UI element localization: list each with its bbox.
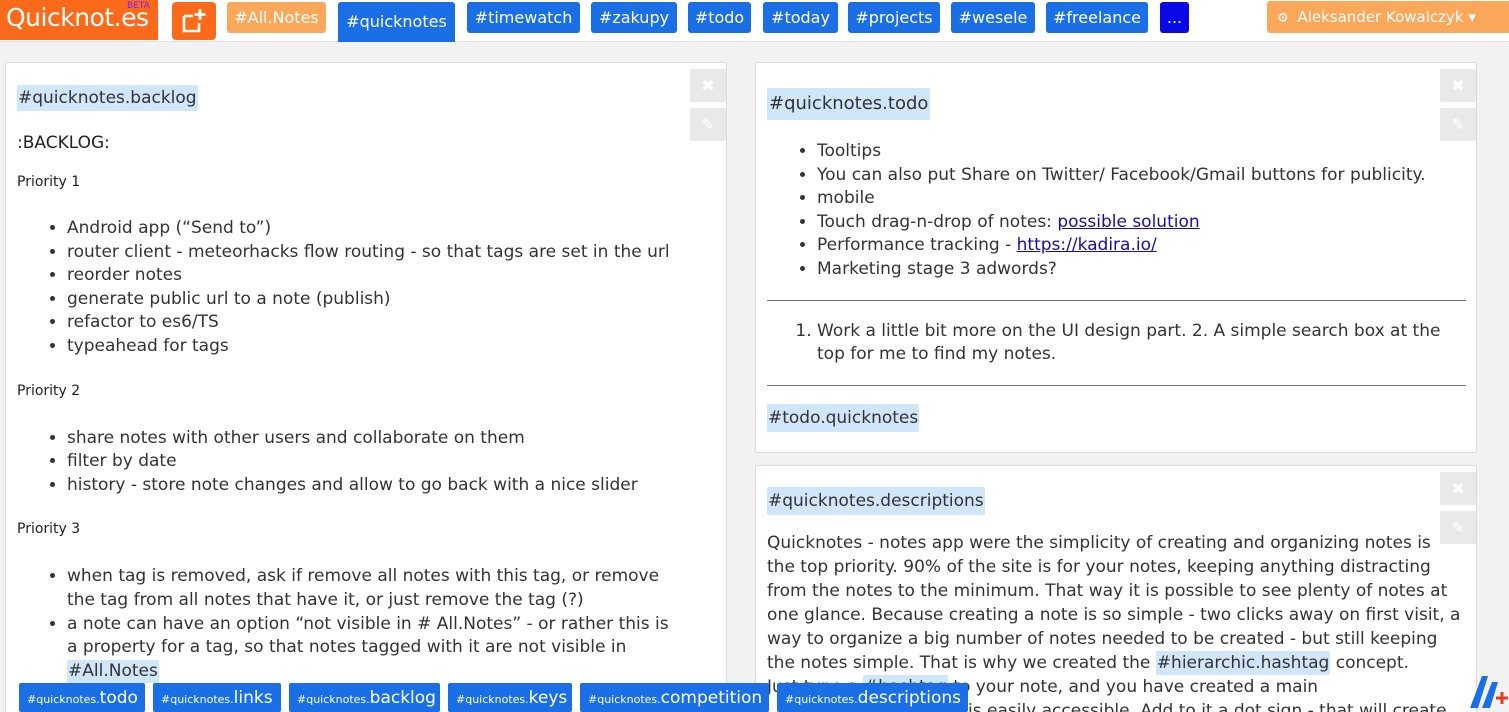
- bottom-tag-suffix: links: [233, 688, 273, 708]
- list-item: Performance tracking - https://kadira.io…: [817, 234, 1466, 258]
- list-item: share notes with other users and collabo…: [67, 427, 676, 451]
- description-paragraph: Quicknotes - notes app were the simplici…: [767, 533, 1461, 673]
- new-note-icon: [182, 9, 206, 33]
- tag-timewatch[interactable]: #timewatch: [467, 2, 580, 33]
- priority-1-list: Android app (“Send to”) router client - …: [17, 217, 676, 359]
- priority-3-heading: Priority 3: [17, 521, 81, 538]
- app-logo[interactable]: Quicknot.es BETA: [0, 0, 158, 40]
- list-item: Marketing stage 3 adwords?: [817, 258, 1466, 282]
- kadira-link[interactable]: https://kadira.io/: [1017, 235, 1157, 255]
- note-todo[interactable]: ✖ ✎ #quicknotes.todo Tooltips You can al…: [755, 62, 1477, 453]
- list-item: router client - meteorhacks flow routing…: [67, 241, 676, 265]
- list-item-text: Performance tracking -: [817, 235, 1017, 256]
- priority-3-list: when tag is removed, ask if remove all n…: [17, 565, 676, 684]
- note-descriptions[interactable]: ✖ ✎ #quicknotes.descriptions Quicknotes …: [755, 465, 1477, 712]
- list-item: refactor to es6/TS: [67, 311, 676, 335]
- divider: [767, 299, 1466, 301]
- gear-icon: ⚙: [1277, 11, 1289, 26]
- bottom-tag-prefix: #quicknotes.: [161, 693, 234, 706]
- inline-hashtag[interactable]: #All.Notes: [67, 659, 159, 684]
- list-item: typeahead for tags: [67, 335, 676, 359]
- numbered-list: Work a little bit more on the UI design …: [767, 320, 1466, 367]
- note-hashtag-footer[interactable]: #todo.quicknotes: [767, 403, 920, 432]
- close-icon: ✖: [701, 76, 715, 95]
- pencil-icon: ✎: [701, 115, 715, 134]
- brand-mark-icon: [1470, 676, 1508, 708]
- tag-zakupy[interactable]: #zakupy: [591, 2, 677, 33]
- description-after: concept.: [1335, 653, 1409, 673]
- tag-all-notes[interactable]: #All.Notes: [227, 2, 326, 33]
- bottom-tag-prefix: #quicknotes.: [27, 693, 100, 706]
- list-item: when tag is removed, ask if remove all n…: [67, 565, 676, 612]
- beta-label: BETA: [127, 1, 150, 11]
- bottom-tag-todo[interactable]: #quicknotes.todo: [19, 683, 145, 712]
- tag-todo[interactable]: #todo: [688, 2, 751, 33]
- list-item: reorder notes: [67, 264, 676, 288]
- bottom-tag-competition[interactable]: #quicknotes.competition: [580, 683, 769, 712]
- list-item: Tooltips: [817, 140, 1466, 164]
- list-item: Android app (“Send to”): [67, 217, 676, 241]
- list-item-text: Touch drag-n-drop of notes:: [817, 211, 1058, 232]
- list-item: Touch drag-n-drop of notes: possible sol…: [817, 211, 1466, 235]
- list-item: filter by date: [67, 450, 676, 474]
- divider: [767, 384, 1466, 386]
- note-hashtag[interactable]: #quicknotes.backlog: [17, 85, 198, 111]
- user-name: Aleksander Kowalczyk: [1297, 8, 1464, 26]
- list-item-text: a note can have an option “not visible i…: [67, 613, 669, 658]
- delete-note-button[interactable]: ✖: [690, 69, 726, 102]
- bottom-tag-suffix: backlog: [369, 688, 436, 708]
- chevron-down-icon: ▾: [1468, 8, 1476, 26]
- bottom-tag-descriptions[interactable]: #quicknotes.descriptions: [777, 683, 968, 712]
- priority-1-heading: Priority 1: [17, 174, 81, 190]
- list-item: You can also put Share on Twitter/ Faceb…: [817, 164, 1466, 188]
- top-bar: Quicknot.es BETA #All.Notes #quicknotes …: [0, 0, 1509, 42]
- note-backlog[interactable]: ✖ ✎ #quicknotes.backlog :BACKLOG: Priori…: [5, 62, 727, 712]
- tag-quicknotes[interactable]: #quicknotes: [338, 2, 455, 42]
- bottom-tag-backlog[interactable]: #quicknotes.backlog: [289, 683, 440, 712]
- bottom-tag-prefix: #quicknotes.: [785, 693, 858, 706]
- backlog-title: :BACKLOG:: [17, 133, 110, 153]
- tag-projects[interactable]: #projects: [848, 2, 940, 33]
- user-menu-button[interactable]: ⚙ Aleksander Kowalczyk ▾: [1267, 1, 1509, 33]
- bottom-tag-keys[interactable]: #quicknotes.keys: [448, 683, 572, 712]
- note-hashtag[interactable]: #quicknotes.descriptions: [767, 487, 985, 515]
- tag-today[interactable]: #today: [763, 2, 838, 33]
- inline-hashtag[interactable]: #hierarchic.hashtag: [1155, 651, 1331, 675]
- tag-freelance[interactable]: #freelance: [1046, 2, 1148, 33]
- bottom-tag-prefix: #quicknotes.: [456, 693, 529, 706]
- bottom-tag-suffix: keys: [528, 688, 568, 708]
- bottom-tag-suffix: descriptions: [857, 688, 962, 708]
- bottom-tag-suffix: competition: [660, 688, 763, 708]
- bottom-tag-prefix: #quicknotes.: [588, 693, 661, 706]
- list-item: Work a little bit more on the UI design …: [817, 320, 1466, 367]
- note-hashtag[interactable]: #quicknotes.todo: [767, 88, 931, 120]
- edit-note-button[interactable]: ✎: [690, 108, 726, 141]
- priority-2-heading: Priority 2: [17, 382, 81, 399]
- list-item: generate public url to a note (publish): [67, 288, 676, 312]
- new-note-button[interactable]: [172, 2, 216, 40]
- bottom-tag-suffix: todo: [99, 688, 138, 708]
- more-tags-button[interactable]: ...: [1160, 2, 1189, 33]
- bottom-tag-links[interactable]: #quicknotes.links: [153, 683, 281, 712]
- list-item: history - store note changes and allow t…: [67, 474, 676, 498]
- bottom-tag-prefix: #quicknotes.: [297, 693, 370, 706]
- list-item: a note can have an option “not visible i…: [67, 613, 676, 684]
- solution-link[interactable]: possible solution: [1057, 212, 1199, 232]
- todo-list: Tooltips You can also put Share on Twitt…: [767, 140, 1466, 282]
- description-line2-post: to your note, and you have created a mai…: [953, 677, 1319, 697]
- priority-2-list: share notes with other users and collabo…: [17, 427, 676, 498]
- tag-wesele[interactable]: #wesele: [951, 2, 1035, 33]
- list-item: mobile: [817, 187, 1466, 211]
